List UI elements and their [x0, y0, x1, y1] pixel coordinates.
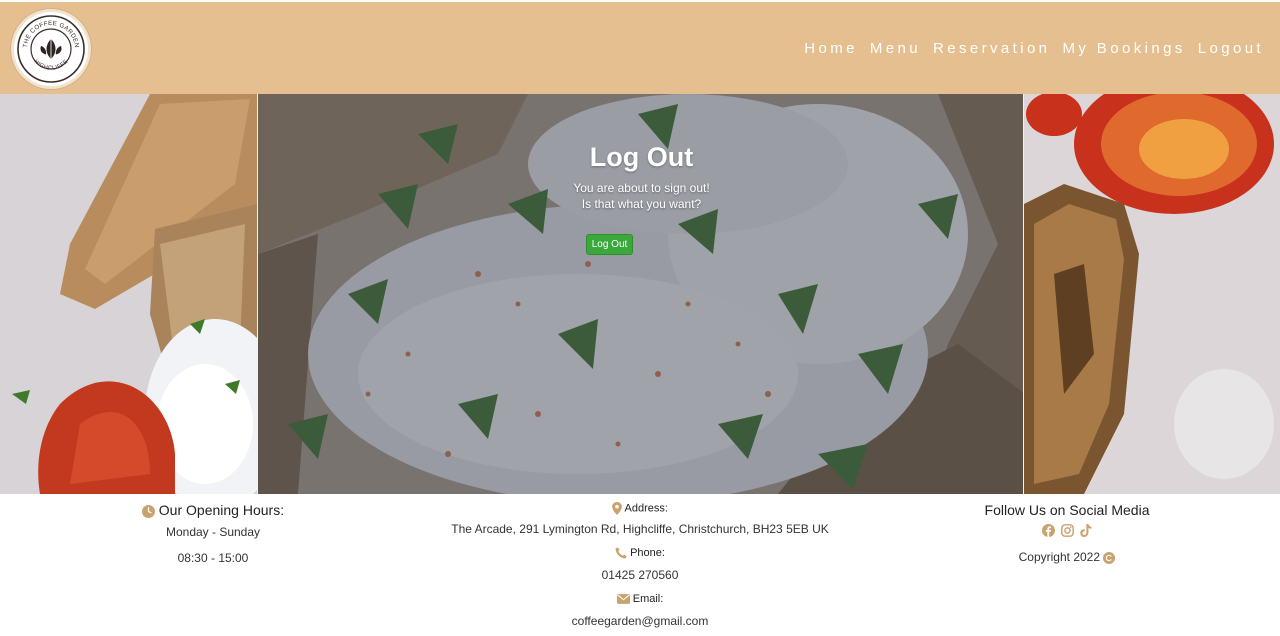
footer: Our Opening Hours: Monday - Sunday 08:30… [0, 494, 1280, 636]
envelope-icon [616, 594, 630, 604]
logout-hero: Log Out You are about to sign out! Is th… [257, 94, 1024, 494]
nav-menu[interactable]: Menu [870, 40, 921, 57]
phone-number[interactable]: 01425 270560 [430, 568, 850, 582]
copyright-icon [1103, 551, 1116, 564]
opening-hours-heading: Our Opening Hours: [158, 502, 285, 518]
email-address[interactable]: coffeegarden@gmail.com [430, 614, 850, 628]
social-icons [960, 524, 1174, 537]
hero-background: Log Out You are about to sign out! Is th… [0, 94, 1280, 494]
nav-links: Home Menu Reservation My Bookings Logout [792, 40, 1264, 57]
nav-logout[interactable]: Logout [1198, 40, 1264, 57]
logout-message-2: Is that what you want? [581, 197, 702, 211]
address-text: The Arcade, 291 Lymington Rd, Highcliffe… [451, 522, 829, 536]
tiktok-icon[interactable] [1080, 524, 1092, 537]
address-label: Address: [624, 502, 668, 515]
logout-title: Log Out [589, 142, 694, 172]
nav-home[interactable]: Home [804, 40, 858, 57]
nav-reservation[interactable]: Reservation [933, 40, 1050, 57]
opening-times: 08:30 - 15:00 [177, 551, 249, 565]
logout-button[interactable]: Log Out [586, 234, 633, 255]
hero-right-image [1024, 94, 1280, 494]
nav-my-bookings[interactable]: My Bookings [1062, 40, 1185, 57]
navbar: THE COFFEE GARDEN HIGHCLIFFE Home Menu R… [0, 0, 1280, 94]
coffee-garden-logo[interactable]: THE COFFEE GARDEN HIGHCLIFFE [11, 9, 91, 89]
phone-icon [615, 547, 627, 559]
phone-label: Phone: [630, 547, 665, 559]
opening-days: Monday - Sunday [165, 525, 261, 539]
copyright-text: Copyright 2022 [1018, 550, 1101, 564]
hero-left-image [0, 94, 257, 494]
social-heading: Follow Us on Social Media [984, 502, 1150, 518]
logo-emblem: THE COFFEE GARDEN HIGHCLIFFE [17, 15, 85, 83]
clock-icon [141, 504, 155, 518]
map-marker-icon [612, 502, 622, 515]
instagram-icon[interactable] [1061, 524, 1074, 537]
facebook-icon[interactable] [1042, 524, 1055, 537]
logout-message-1: You are about to sign out! [573, 181, 710, 195]
email-label: Email: [632, 593, 664, 605]
